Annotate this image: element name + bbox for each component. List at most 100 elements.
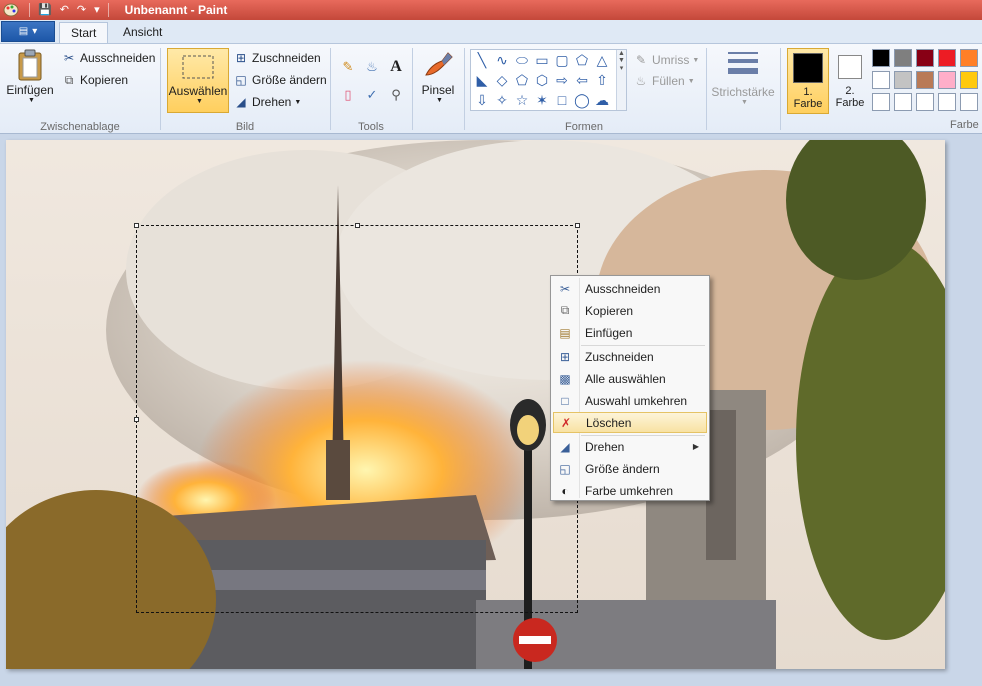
outline-label: Umriss bbox=[652, 53, 690, 67]
palette-color-swatch[interactable] bbox=[938, 49, 956, 67]
chevron-down-icon: ▼ bbox=[196, 98, 203, 105]
crop-button[interactable]: ⊞ Zuschneiden bbox=[234, 51, 321, 65]
resize-button[interactable]: ◱ Größe ändern bbox=[234, 73, 326, 87]
shapes-gallery-scrollbar[interactable]: ▲ ▼ ▾ bbox=[616, 50, 626, 110]
context-menu-item-invert-selection[interactable]: □ Auswahl umkehren bbox=[553, 390, 707, 411]
palette-color-swatch[interactable] bbox=[894, 93, 912, 111]
paint-menu-button[interactable]: ▤ ▾ bbox=[1, 21, 55, 42]
left-arrow-shape-icon[interactable]: ⇦ bbox=[572, 70, 592, 90]
select-button[interactable]: Auswählen ▼ bbox=[167, 48, 229, 113]
copy-label: Kopieren bbox=[80, 73, 129, 87]
oval-shape-icon[interactable]: ⬭ bbox=[512, 50, 532, 70]
text-icon[interactable]: A bbox=[385, 56, 407, 77]
rotate-button[interactable]: ◢ Drehen ▼ bbox=[234, 95, 301, 109]
chevron-down-icon: ▼ bbox=[28, 97, 35, 104]
down-arrow-shape-icon[interactable]: ⇩ bbox=[472, 90, 492, 110]
clipboard-group-label: Zwischenablage bbox=[40, 121, 120, 133]
palette-color-swatch[interactable] bbox=[938, 93, 956, 111]
palette-color-swatch[interactable] bbox=[960, 49, 978, 67]
line-shape-icon[interactable]: ╲ bbox=[472, 50, 492, 70]
context-menu-item-rotate[interactable]: ◢ Drehen ▶ bbox=[553, 436, 707, 457]
selection-handle[interactable] bbox=[575, 223, 580, 228]
selection-rectangle[interactable] bbox=[134, 223, 580, 613]
selection-handle[interactable] bbox=[134, 417, 139, 422]
chevron-down-icon: ▼ bbox=[687, 77, 695, 85]
eraser-icon[interactable]: ▯ bbox=[337, 84, 359, 105]
rounded-rectangle-shape-icon[interactable]: ▢ bbox=[552, 50, 572, 70]
redo-icon[interactable]: ↷ bbox=[77, 3, 86, 17]
fill-button[interactable]: ♨ Füllen ▼ bbox=[634, 74, 695, 88]
curve-shape-icon[interactable]: ∿ bbox=[492, 50, 512, 70]
color1-label-line2: Farbe bbox=[793, 98, 823, 110]
diamond-shape-icon[interactable]: ◇ bbox=[492, 70, 512, 90]
color1-swatch bbox=[793, 53, 823, 83]
six-point-star-shape-icon[interactable]: ✶ bbox=[532, 90, 552, 110]
save-icon[interactable]: 💾 bbox=[38, 3, 52, 17]
color-picker-icon[interactable]: ✓ bbox=[361, 84, 383, 105]
undo-icon[interactable]: ↶ bbox=[60, 3, 69, 17]
context-menu-item-copy[interactable]: ⧉ Kopieren bbox=[553, 300, 707, 321]
context-menu-item-paste[interactable]: ▤ Einfügen bbox=[553, 322, 707, 343]
context-menu-item-cut[interactable]: ✂ Ausschneiden bbox=[553, 278, 707, 299]
context-menu-item-invert-color[interactable]: ◐ Farbe umkehren bbox=[553, 480, 707, 501]
size-button[interactable]: Strichstärke ▼ bbox=[710, 49, 776, 115]
palette-color-swatch[interactable] bbox=[894, 71, 912, 89]
palette-color-swatch[interactable] bbox=[916, 49, 934, 67]
up-arrow-shape-icon[interactable]: ⇧ bbox=[592, 70, 612, 90]
color2-button[interactable]: 2. Farbe bbox=[832, 48, 868, 114]
context-menu-item-crop[interactable]: ⊞ Zuschneiden bbox=[553, 346, 707, 367]
crop-icon: ⊞ bbox=[559, 349, 571, 364]
right-triangle-shape-icon[interactable]: ◣ bbox=[472, 70, 492, 90]
context-menu-item-label: Zuschneiden bbox=[585, 349, 654, 364]
color1-button[interactable]: 1. Farbe bbox=[787, 48, 829, 114]
invert-selection-icon: □ bbox=[561, 393, 569, 408]
rotate-icon: ◢ bbox=[236, 95, 246, 109]
customize-quick-access-icon[interactable]: ▾ bbox=[94, 3, 100, 17]
fill-icon: ♨ bbox=[635, 74, 647, 88]
magnifier-icon[interactable]: ⚲ bbox=[385, 84, 407, 105]
selection-handle[interactable] bbox=[134, 223, 139, 228]
copy-button[interactable]: ⧉ Kopieren bbox=[62, 73, 129, 88]
context-menu-item-select-all[interactable]: ▩ Alle auswählen bbox=[553, 368, 707, 389]
palette-color-swatch[interactable] bbox=[872, 71, 890, 89]
rectangle-shape-icon[interactable]: ▭ bbox=[532, 50, 552, 70]
palette-color-swatch[interactable] bbox=[960, 71, 978, 89]
ribbon: Einfügen ▼ ✂ Ausschneiden ⧉ Kopieren Zwi… bbox=[0, 43, 982, 134]
scissors-icon: ✂ bbox=[559, 281, 571, 296]
brushes-button[interactable]: Pinsel ▼ bbox=[418, 49, 458, 113]
paste-button[interactable]: Einfügen ▼ bbox=[4, 49, 56, 113]
hexagon-shape-icon[interactable]: ⬡ bbox=[532, 70, 552, 90]
palette-color-swatch[interactable] bbox=[872, 93, 890, 111]
right-arrow-shape-icon[interactable]: ⇨ bbox=[552, 70, 572, 90]
color2-label-line2: Farbe bbox=[835, 97, 865, 109]
selection-handle[interactable] bbox=[355, 223, 360, 228]
rounded-callout-shape-icon[interactable]: □ bbox=[552, 90, 572, 110]
tab-view[interactable]: Ansicht bbox=[112, 22, 173, 43]
cloud-callout-shape-icon[interactable]: ☁ bbox=[592, 90, 612, 110]
pencil-icon[interactable]: ✎ bbox=[337, 56, 359, 77]
brush-icon bbox=[425, 52, 453, 76]
four-point-star-shape-icon[interactable]: ✧ bbox=[492, 90, 512, 110]
fill-bucket-icon[interactable]: ♨ bbox=[361, 56, 383, 77]
palette-color-swatch[interactable] bbox=[894, 49, 912, 67]
palette-color-swatch[interactable] bbox=[938, 71, 956, 89]
oval-callout-shape-icon[interactable]: ◯ bbox=[572, 90, 592, 110]
palette-color-swatch[interactable] bbox=[872, 49, 890, 67]
palette-color-swatch[interactable] bbox=[916, 71, 934, 89]
five-point-star-shape-icon[interactable]: ☆ bbox=[512, 90, 532, 110]
size-label: Strichstärke bbox=[711, 85, 775, 99]
crop-icon: ⊞ bbox=[235, 51, 247, 65]
polygon-shape-icon[interactable]: ⬠ bbox=[572, 50, 592, 70]
context-menu-item-label: Ausschneiden bbox=[585, 281, 661, 296]
palette-color-swatch[interactable] bbox=[916, 93, 934, 111]
triangle-shape-icon[interactable]: △ bbox=[592, 50, 612, 70]
title-bar: 💾 ↶ ↷ ▾ Unbenannt - Paint bbox=[0, 0, 982, 20]
context-menu-item-resize[interactable]: ◱ Größe ändern bbox=[553, 458, 707, 479]
cut-button[interactable]: ✂ Ausschneiden bbox=[62, 51, 155, 65]
palette-color-swatch[interactable] bbox=[960, 93, 978, 111]
pentagon-shape-icon[interactable]: ⬠ bbox=[512, 70, 532, 90]
color2-swatch bbox=[838, 55, 862, 79]
context-menu-item-delete[interactable]: ✗ Löschen bbox=[553, 412, 707, 433]
tab-start[interactable]: Start bbox=[59, 22, 109, 43]
outline-button[interactable]: ✎ Umriss ▼ bbox=[634, 53, 699, 67]
